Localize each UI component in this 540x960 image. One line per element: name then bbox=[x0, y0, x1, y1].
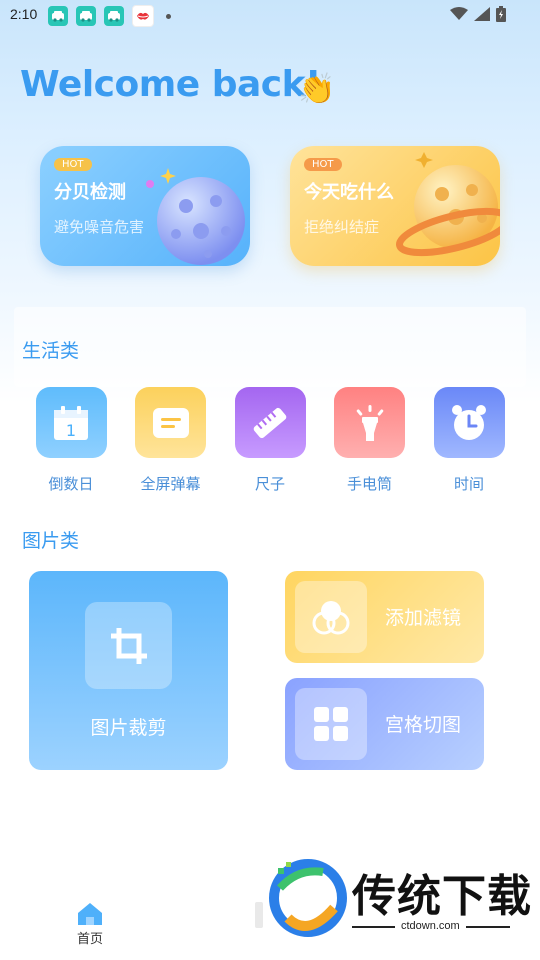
grid-icon bbox=[295, 688, 367, 760]
svg-text:1: 1 bbox=[66, 421, 76, 440]
status-time: 2:10 bbox=[10, 6, 38, 22]
image-crop-label: 图片裁剪 bbox=[90, 717, 167, 739]
tool-ruler[interactable]: 尺子 bbox=[234, 387, 306, 494]
nav-home-label: 首页 bbox=[76, 932, 103, 947]
wifi-icon bbox=[450, 7, 468, 20]
tool-label: 尺子 bbox=[254, 475, 285, 493]
watermark-logo bbox=[269, 859, 347, 937]
tool-fullscreen-barrage[interactable]: 全屏弹幕 bbox=[135, 387, 207, 494]
filter-icon bbox=[295, 581, 367, 653]
card-subtitle: 避免噪音危害 bbox=[54, 218, 145, 236]
add-filter-card[interactable]: 添加滤镜 bbox=[285, 571, 484, 663]
battery-icon bbox=[496, 6, 506, 22]
more-notifications-dot bbox=[166, 13, 171, 19]
life-section-title: 生活类 bbox=[22, 340, 80, 362]
card-subtitle: 拒绝纠结症 bbox=[304, 218, 380, 236]
app-notification-icon bbox=[76, 6, 96, 26]
nav-second-tab-icon[interactable] bbox=[255, 902, 263, 928]
welcome-title: Welcome back! bbox=[20, 64, 321, 105]
tool-flashlight[interactable]: 手电筒 bbox=[334, 387, 406, 494]
watermark-brand: 传统下载 bbox=[352, 871, 532, 922]
calendar-icon: 1 bbox=[35, 387, 107, 458]
ruler-icon bbox=[234, 387, 306, 458]
saturn-planet-icon bbox=[396, 152, 500, 257]
message-icon bbox=[135, 387, 206, 458]
app-notification-icon bbox=[48, 6, 68, 26]
lips-app-icon bbox=[132, 5, 154, 27]
decibel-detect-card[interactable]: HOT 分贝检测 避免噪音危害 bbox=[40, 146, 250, 266]
grid-cut-label: 宫格切图 bbox=[385, 714, 462, 736]
what-to-eat-card[interactable]: HOT 今天吃什么 拒绝纠结症 bbox=[290, 146, 500, 266]
card-title: 分贝检测 bbox=[54, 182, 126, 203]
image-crop-card[interactable]: 图片裁剪 bbox=[29, 571, 228, 770]
watermark-url: ctdown.com bbox=[395, 920, 466, 932]
moon-planet-icon bbox=[146, 168, 245, 265]
alarm-clock-icon bbox=[433, 387, 505, 458]
add-filter-label: 添加滤镜 bbox=[385, 607, 462, 629]
hot-badge: HOT bbox=[54, 158, 92, 171]
tool-time[interactable]: 时间 bbox=[433, 387, 505, 494]
flashlight-icon bbox=[334, 387, 405, 458]
app-notification-icon bbox=[104, 6, 124, 26]
notification-icons bbox=[48, 5, 171, 27]
tool-label: 手电筒 bbox=[346, 475, 392, 493]
clapping-hands-icon: 👏 bbox=[298, 72, 336, 107]
image-section-title: 图片类 bbox=[22, 530, 80, 552]
tool-label: 全屏弹幕 bbox=[140, 475, 201, 493]
card-title: 今天吃什么 bbox=[304, 182, 394, 203]
system-status-icons bbox=[450, 6, 506, 22]
tool-label: 时间 bbox=[453, 475, 484, 493]
tool-label: 倒数日 bbox=[48, 475, 94, 493]
crop-icon bbox=[85, 602, 172, 689]
home-icon bbox=[78, 903, 102, 925]
hot-badge: HOT bbox=[304, 158, 342, 171]
signal-icon bbox=[474, 7, 490, 21]
life-tools-row: 1 倒数日 全屏弹幕 尺子 手电筒 时间 bbox=[20, 387, 520, 494]
grid-cut-card[interactable]: 宫格切图 bbox=[285, 678, 484, 770]
nav-home[interactable]: 首页 bbox=[76, 902, 104, 947]
life-section-panel bbox=[14, 307, 526, 387]
tool-countdown-day[interactable]: 1 倒数日 bbox=[35, 387, 107, 494]
